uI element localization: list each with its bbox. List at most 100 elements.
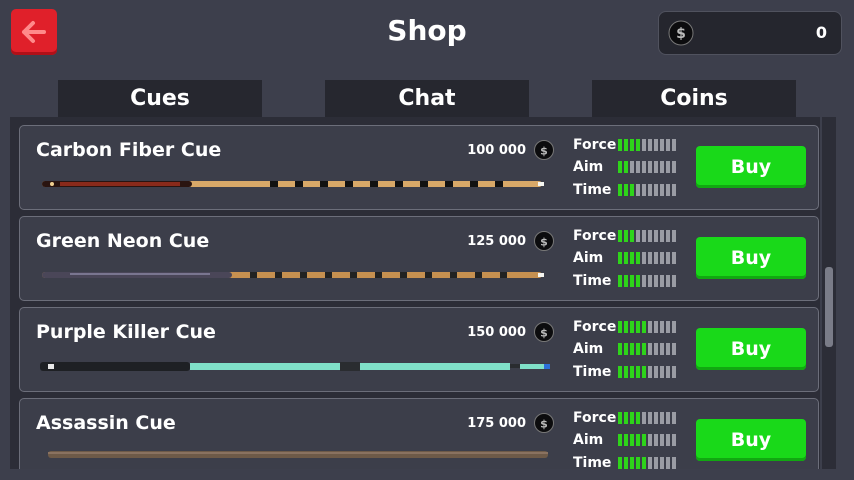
time-bar: [618, 366, 676, 378]
stat-segment: [630, 434, 634, 446]
stat-segment: [666, 184, 670, 196]
stat-segment: [630, 321, 634, 333]
force-label: Force: [573, 137, 617, 153]
stat-segment: [642, 457, 646, 469]
time-bar: [618, 184, 676, 196]
buy-button[interactable]: Buy: [696, 328, 806, 370]
stat-segment: [624, 139, 628, 151]
stat-segment: [648, 457, 652, 469]
stat-segment: [636, 366, 640, 378]
stat-segment: [672, 321, 676, 333]
stat-segment: [654, 161, 658, 173]
stat-segment: [666, 161, 670, 173]
stat-segment: [672, 139, 676, 151]
cue-price: 175 000: [467, 416, 526, 431]
buy-button[interactable]: Buy: [696, 419, 806, 461]
aim-bar: [618, 343, 676, 355]
stat-segment: [660, 230, 664, 242]
stat-segment: [648, 252, 652, 264]
stat-segment: [624, 252, 628, 264]
aim-bar: [618, 434, 676, 446]
stat-segment: [654, 457, 658, 469]
stat-segment: [636, 139, 640, 151]
aim-label: Aim: [573, 250, 604, 266]
aim-bar: [618, 161, 676, 173]
stat-segment: [618, 184, 622, 196]
stat-segment: [618, 412, 622, 424]
stat-segment: [624, 412, 628, 424]
stat-segment: [630, 457, 634, 469]
scrollbar[interactable]: [822, 117, 836, 469]
stat-segment: [642, 275, 646, 287]
stat-segment: [666, 252, 670, 264]
buy-button[interactable]: Buy: [696, 146, 806, 188]
force-bar: [618, 412, 676, 424]
coin-balance-value: 0: [815, 23, 827, 42]
tab-chat[interactable]: Chat: [325, 80, 529, 117]
cue-item: Green Neon Cue 125 000 $ Force Aim Time …: [19, 216, 819, 301]
cue-price: 150 000: [467, 325, 526, 340]
force-label: Force: [573, 228, 617, 244]
cue-list[interactable]: Carbon Fiber Cue 100 000 $ Force Aim Tim…: [10, 117, 820, 469]
cue-image: [48, 451, 548, 458]
stat-segment: [666, 434, 670, 446]
stat-segment: [660, 434, 664, 446]
stat-segment: [642, 252, 646, 264]
cue-name: Assassin Cue: [36, 412, 176, 434]
stat-segment: [648, 184, 652, 196]
stat-segment: [642, 321, 646, 333]
stat-segment: [630, 343, 634, 355]
stat-segment: [630, 412, 634, 424]
stat-segment: [672, 412, 676, 424]
stat-segment: [618, 434, 622, 446]
cue-image: [42, 181, 544, 187]
stat-segment: [654, 139, 658, 151]
stat-segment: [654, 321, 658, 333]
time-label: Time: [573, 273, 612, 289]
stat-segment: [672, 275, 676, 287]
stat-segment: [672, 161, 676, 173]
stat-segment: [666, 275, 670, 287]
stat-segment: [618, 343, 622, 355]
stat-segment: [636, 343, 640, 355]
stat-segment: [654, 252, 658, 264]
svg-text:$: $: [540, 236, 548, 249]
stat-segment: [654, 343, 658, 355]
stat-segment: [672, 366, 676, 378]
aim-label: Aim: [573, 341, 604, 357]
stat-segment: [636, 457, 640, 469]
tab-coins[interactable]: Coins: [592, 80, 796, 117]
stat-segment: [654, 230, 658, 242]
stat-segment: [624, 230, 628, 242]
stat-segment: [660, 321, 664, 333]
svg-text:$: $: [676, 26, 686, 42]
stat-segment: [648, 275, 652, 287]
cue-name: Purple Killer Cue: [36, 321, 216, 343]
stat-segment: [672, 230, 676, 242]
stat-segment: [642, 434, 646, 446]
coin-icon: $: [534, 413, 554, 433]
svg-text:$: $: [540, 327, 548, 340]
force-bar: [618, 230, 676, 242]
stat-segment: [654, 412, 658, 424]
scrollbar-thumb[interactable]: [825, 267, 833, 347]
stat-segment: [672, 457, 676, 469]
stat-segment: [636, 230, 640, 242]
coin-icon: $: [534, 231, 554, 251]
stat-segment: [630, 275, 634, 287]
stat-segment: [618, 161, 622, 173]
stat-segment: [654, 366, 658, 378]
stat-segment: [636, 184, 640, 196]
stat-segment: [660, 343, 664, 355]
cue-item: Assassin Cue 175 000 $ Force Aim Time Bu…: [19, 398, 819, 469]
stat-segment: [648, 412, 652, 424]
stat-segment: [666, 139, 670, 151]
cue-price: 125 000: [467, 234, 526, 249]
aim-bar: [618, 252, 676, 264]
buy-button[interactable]: Buy: [696, 237, 806, 279]
cue-name: Green Neon Cue: [36, 230, 210, 252]
coin-icon: $: [668, 20, 694, 46]
coin-balance: $ 0: [658, 11, 842, 55]
tab-cues[interactable]: Cues: [58, 80, 262, 117]
stat-segment: [630, 139, 634, 151]
